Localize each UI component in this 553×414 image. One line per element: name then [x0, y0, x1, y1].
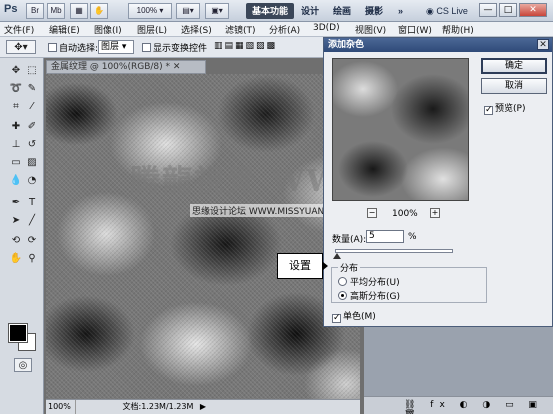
layers-panel-footer: ⛓ fx ◐ ◑ ▭ ▣ 🗑 [364, 396, 553, 414]
amount-slider-track[interactable] [335, 249, 453, 253]
marquee-tool-icon[interactable]: ⬚ [24, 64, 40, 78]
quick-select-icon[interactable]: ✎ [24, 82, 40, 96]
workspace-design[interactable]: 设计 [295, 3, 325, 19]
lasso-tool-icon[interactable]: ➰ [8, 82, 24, 96]
menu-analysis[interactable]: 分析(A) [269, 23, 300, 36]
gaussian-option[interactable]: 高斯分布(G) [338, 289, 400, 302]
foreground-color-swatch[interactable] [8, 323, 28, 343]
gradient-tool-icon[interactable]: ▨ [24, 156, 40, 170]
blur-tool-icon[interactable]: 💧 [8, 174, 24, 188]
healing-brush-icon[interactable]: ✚ [8, 120, 24, 134]
annotation-callout: 设置 [277, 253, 323, 279]
uniform-option[interactable]: 平均分布(U) [338, 275, 400, 288]
grid-icon[interactable]: ▦ [70, 3, 88, 19]
align-icons[interactable]: ▥▤▦▧▨▩ [214, 41, 277, 51]
amount-input[interactable]: 5 [366, 230, 404, 243]
hand-tool-icon[interactable]: ✋ [8, 252, 24, 266]
preview-option[interactable]: 预览(P) [484, 101, 525, 115]
zoom-level-select[interactable]: 100% ▾ [128, 3, 172, 19]
move-tool-preset-icon[interactable]: ✥▾ [6, 40, 36, 54]
history-brush-icon[interactable]: ↺ [24, 138, 40, 152]
eraser-tool-icon[interactable]: ▭ [8, 156, 24, 170]
screen-mode-icon[interactable]: ▣▾ [205, 3, 229, 19]
distribution-label: 分布 [338, 261, 361, 274]
type-tool-icon[interactable]: T [24, 196, 40, 210]
monochrome-option[interactable]: 单色(M) [332, 309, 376, 323]
arrange-docs-icon[interactable]: ▤▾ [176, 3, 200, 19]
zoom-status[interactable]: 100% [46, 400, 76, 414]
noise-texture [46, 74, 360, 399]
preview-zoom-label: 100% [392, 209, 418, 219]
tools-panel: ✥ ⬚ ➰ ✎ ⌗ ⁄ ✚ ✐ ⊥ ↺ ▭ ▨ 💧 ◔ ✒ T ➤ ╱ ⟲ ⟳ … [0, 58, 44, 414]
menu-file[interactable]: 文件(F) [4, 23, 34, 36]
brush-tool-icon[interactable]: ✐ [24, 120, 40, 134]
auto-select-type-select[interactable]: 图层 ▾ [98, 40, 134, 54]
crop-tool-icon[interactable]: ⌗ [8, 100, 24, 114]
bridge-button[interactable]: Br [26, 3, 44, 19]
zoom-tool-icon[interactable]: ⚲ [24, 252, 40, 266]
menu-bar: 文件(F) 编辑(E) 图像(I) 图层(L) 选择(S) 滤镜(T) 分析(A… [0, 22, 553, 37]
doc-size-status: 文档:1.23M/1.23M [122, 402, 194, 411]
show-transform-checkbox[interactable] [142, 43, 151, 52]
shape-tool-icon[interactable]: ╱ [24, 214, 40, 228]
move-tool-icon[interactable]: ✥ [8, 64, 24, 78]
show-transform-option[interactable]: 显示变换控件 [142, 41, 207, 54]
menu-window[interactable]: 窗口(W) [398, 23, 432, 36]
auto-select-checkbox[interactable] [48, 43, 57, 52]
3d-orbit-icon[interactable]: ⟳ [24, 234, 40, 248]
workspace-essentials[interactable]: 基本功能 [246, 3, 295, 19]
document-tab[interactable]: 金属纹理 @ 100%(RGB/8) * ✕ [46, 60, 206, 74]
dodge-tool-icon[interactable]: ◔ [24, 174, 40, 188]
menu-image[interactable]: 图像(I) [94, 23, 122, 36]
amount-label: 数量(A): [332, 235, 367, 245]
menu-layer[interactable]: 图层(L) [137, 23, 167, 36]
document-canvas[interactable] [46, 74, 360, 399]
3d-rotate-icon[interactable]: ⟲ [8, 234, 24, 248]
close-doc-icon[interactable]: ✕ [173, 62, 181, 72]
workspace-painting[interactable]: 绘画 [327, 3, 357, 19]
amount-slider-thumb[interactable] [333, 253, 341, 259]
quick-mask-icon[interactable]: ◎ [14, 358, 32, 372]
hand-icon[interactable]: ✋ [90, 3, 108, 19]
clone-stamp-icon[interactable]: ⊥ [8, 138, 24, 152]
zoom-in-button[interactable]: + [430, 208, 440, 218]
close-button[interactable]: ✕ [519, 3, 547, 17]
mini-bridge-button[interactable]: Mb [47, 3, 65, 19]
callout-arrow-icon [323, 262, 328, 270]
monochrome-checkbox[interactable] [332, 314, 341, 323]
menu-filter[interactable]: 滤镜(T) [225, 23, 256, 36]
dialog-title: 添加杂色 ✕ [324, 38, 552, 52]
menu-select[interactable]: 选择(S) [181, 23, 212, 36]
status-arrow-icon[interactable]: ▶ [200, 402, 206, 411]
ok-button[interactable]: 确定 [481, 58, 547, 74]
menu-3d[interactable]: 3D(D) [313, 23, 340, 33]
maximize-button[interactable]: □ [499, 3, 517, 17]
dialog-close-button[interactable]: ✕ [537, 39, 549, 50]
path-select-icon[interactable]: ➤ [8, 214, 24, 228]
menu-view[interactable]: 视图(V) [355, 23, 386, 36]
menu-help[interactable]: 帮助(H) [442, 23, 474, 36]
cancel-button[interactable]: 取消 [481, 78, 547, 94]
preview-checkbox[interactable] [484, 106, 493, 115]
gaussian-radio[interactable] [338, 291, 347, 300]
auto-select-option[interactable]: 自动选择: [48, 41, 98, 54]
status-bar: 100% 文档:1.23M/1.23M ▶ [46, 399, 360, 414]
pen-tool-icon[interactable]: ✒ [8, 196, 24, 210]
add-noise-dialog: 添加杂色 ✕ − 100% + 确定 取消 预览(P) 数量(A): 5 % 分… [323, 37, 553, 327]
workspace-photography[interactable]: 摄影 [359, 3, 389, 19]
minimize-button[interactable]: — [479, 3, 497, 17]
zoom-out-button[interactable]: − [367, 208, 377, 218]
preview-image[interactable] [332, 58, 469, 201]
more-workspaces[interactable]: » [392, 3, 409, 19]
cs-live-button[interactable]: ◉ CS Live [420, 3, 474, 19]
photoshop-logo: Ps [4, 3, 18, 15]
amount-unit: % [408, 232, 417, 242]
menu-edit[interactable]: 编辑(E) [49, 23, 80, 36]
layer-action-icons[interactable]: ⛓ fx ◐ ◑ ▭ ▣ 🗑 [404, 400, 553, 414]
eyedropper-icon[interactable]: ⁄ [24, 100, 40, 114]
title-bar: Ps Br Mb ▦ ✋ 100% ▾ ▤▾ ▣▾ 基本功能 设计 绘画 摄影 … [0, 0, 553, 22]
uniform-radio[interactable] [338, 277, 347, 286]
